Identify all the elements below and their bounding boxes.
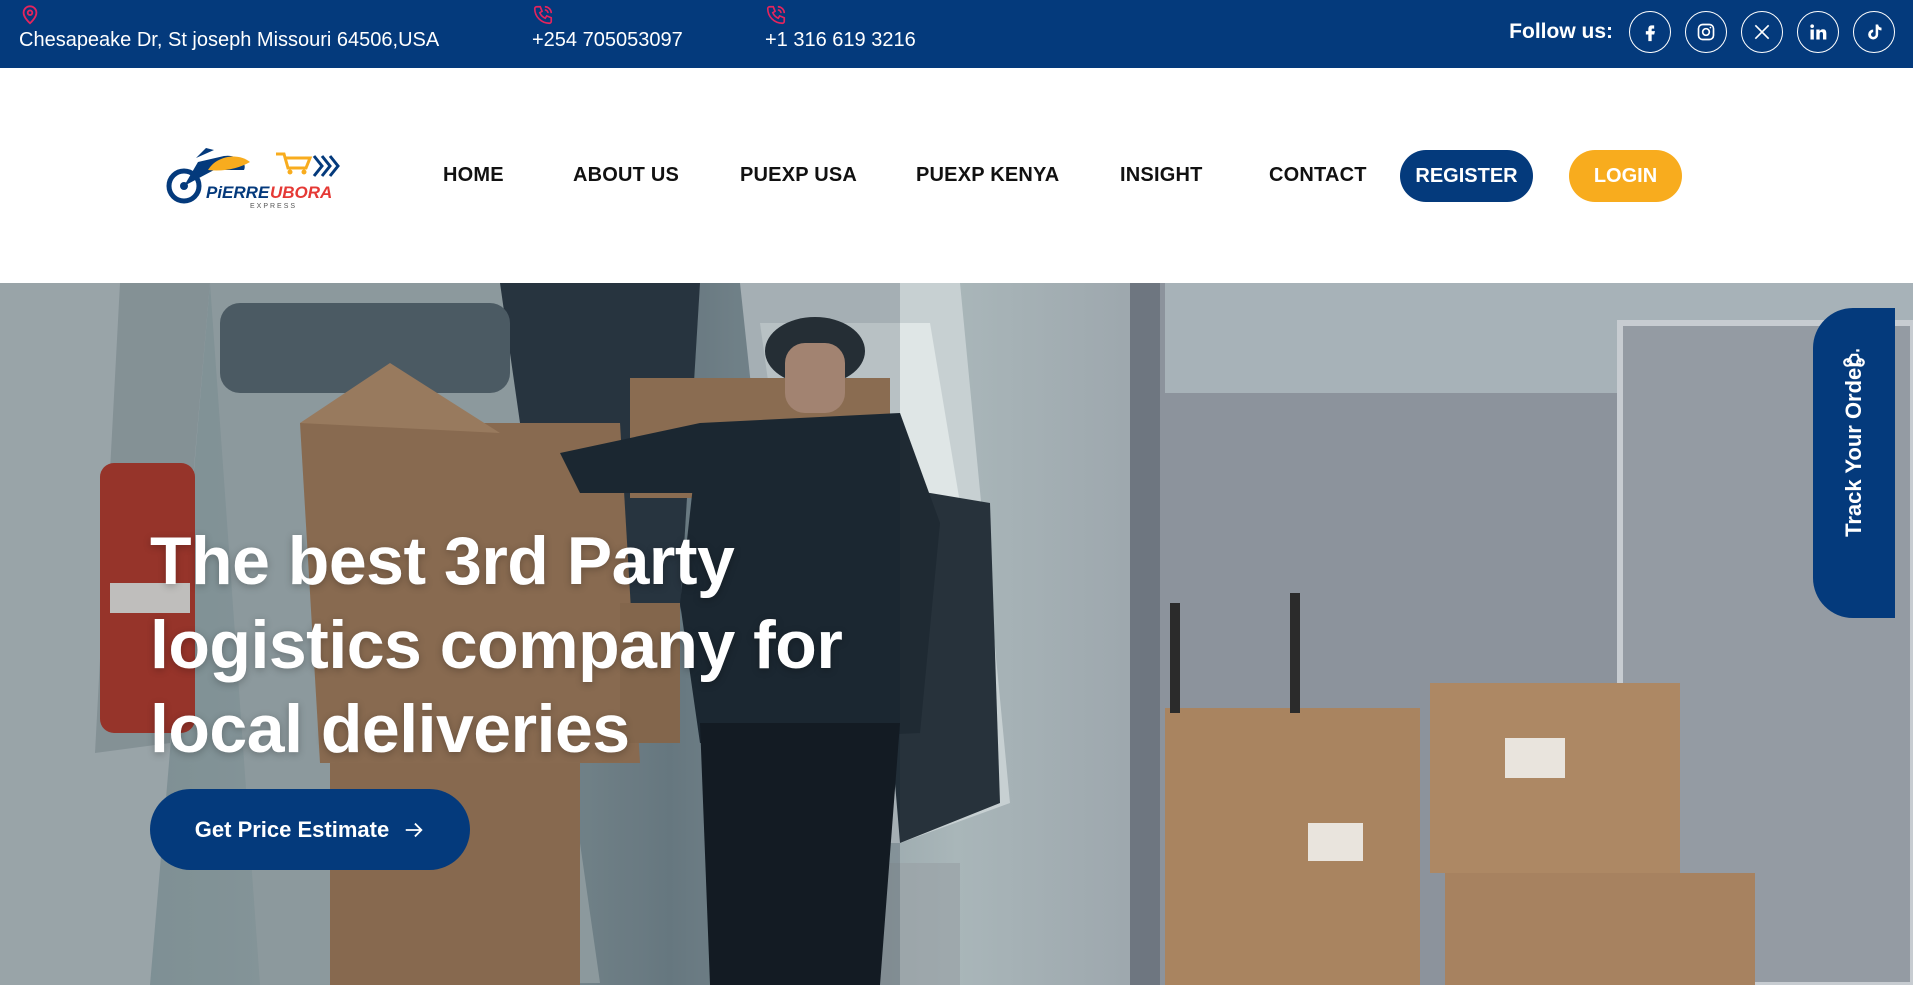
phone-icon: [533, 5, 553, 25]
track-your-order-tab[interactable]: Track Your Order: [1813, 308, 1895, 618]
nav-about-us[interactable]: ABOUT US: [573, 162, 679, 188]
arrow-right-icon: [405, 822, 423, 837]
phone-number-2[interactable]: +1 316 619 3216: [765, 28, 916, 52]
facebook-icon: [1645, 25, 1655, 42]
nav-contact[interactable]: CONTACT: [1269, 162, 1367, 188]
nav-puexp-kenya[interactable]: PUEXP KENYA: [916, 162, 1059, 188]
instagram-icon: [1697, 23, 1715, 41]
address-text: Chesapeake Dr, St joseph Missouri 64506,…: [19, 29, 440, 51]
hero-section: The best 3rd Party logistics company for…: [0, 283, 1913, 985]
facebook-link[interactable]: [1629, 11, 1671, 53]
cta-label: Get Price Estimate: [194, 816, 390, 842]
register-button[interactable]: REGISTER: [1400, 150, 1533, 202]
phone-number-1[interactable]: +254 705053097: [532, 28, 683, 52]
top-info-bar: Chesapeake Dr, St joseph Missouri 64506,…: [0, 0, 1913, 68]
address-item: Chesapeake Dr, St joseph Missouri 64506,…: [19, 4, 439, 52]
instagram-link[interactable]: [1685, 11, 1727, 53]
social-links: [1629, 11, 1895, 53]
phone-item-2[interactable]: +1 316 619 3216: [765, 4, 916, 52]
nav-home[interactable]: HOME: [443, 162, 504, 188]
x-link[interactable]: [1741, 11, 1783, 53]
get-price-estimate-button[interactable]: Get Price Estimate: [150, 789, 470, 870]
tiktok-icon: [1868, 24, 1882, 40]
login-button[interactable]: LOGIN: [1569, 150, 1682, 202]
hero-title: The best 3rd Party logistics company for…: [150, 523, 843, 767]
phone-icon: [766, 5, 786, 25]
site-header: PiERRE UBORA EXPRESS HOME ABOUT US PUEXP…: [0, 68, 1913, 283]
tiktok-link[interactable]: [1853, 11, 1895, 53]
main-navigation: HOME ABOUT US PUEXP USA PUEXP KENYA INSI…: [0, 68, 1913, 283]
track-your-order-label: Track Your Order: [1841, 359, 1866, 537]
nav-puexp-usa[interactable]: PUEXP USA: [740, 162, 857, 188]
linkedin-link[interactable]: [1797, 11, 1839, 53]
nav-insight[interactable]: INSIGHT: [1120, 162, 1203, 188]
linkedin-icon: [1810, 24, 1827, 40]
location-pin-icon: [22, 5, 38, 25]
x-icon: [1754, 24, 1770, 40]
follow-us-label: Follow us:: [1509, 20, 1613, 43]
phone-item-1[interactable]: +254 705053097: [532, 4, 683, 52]
